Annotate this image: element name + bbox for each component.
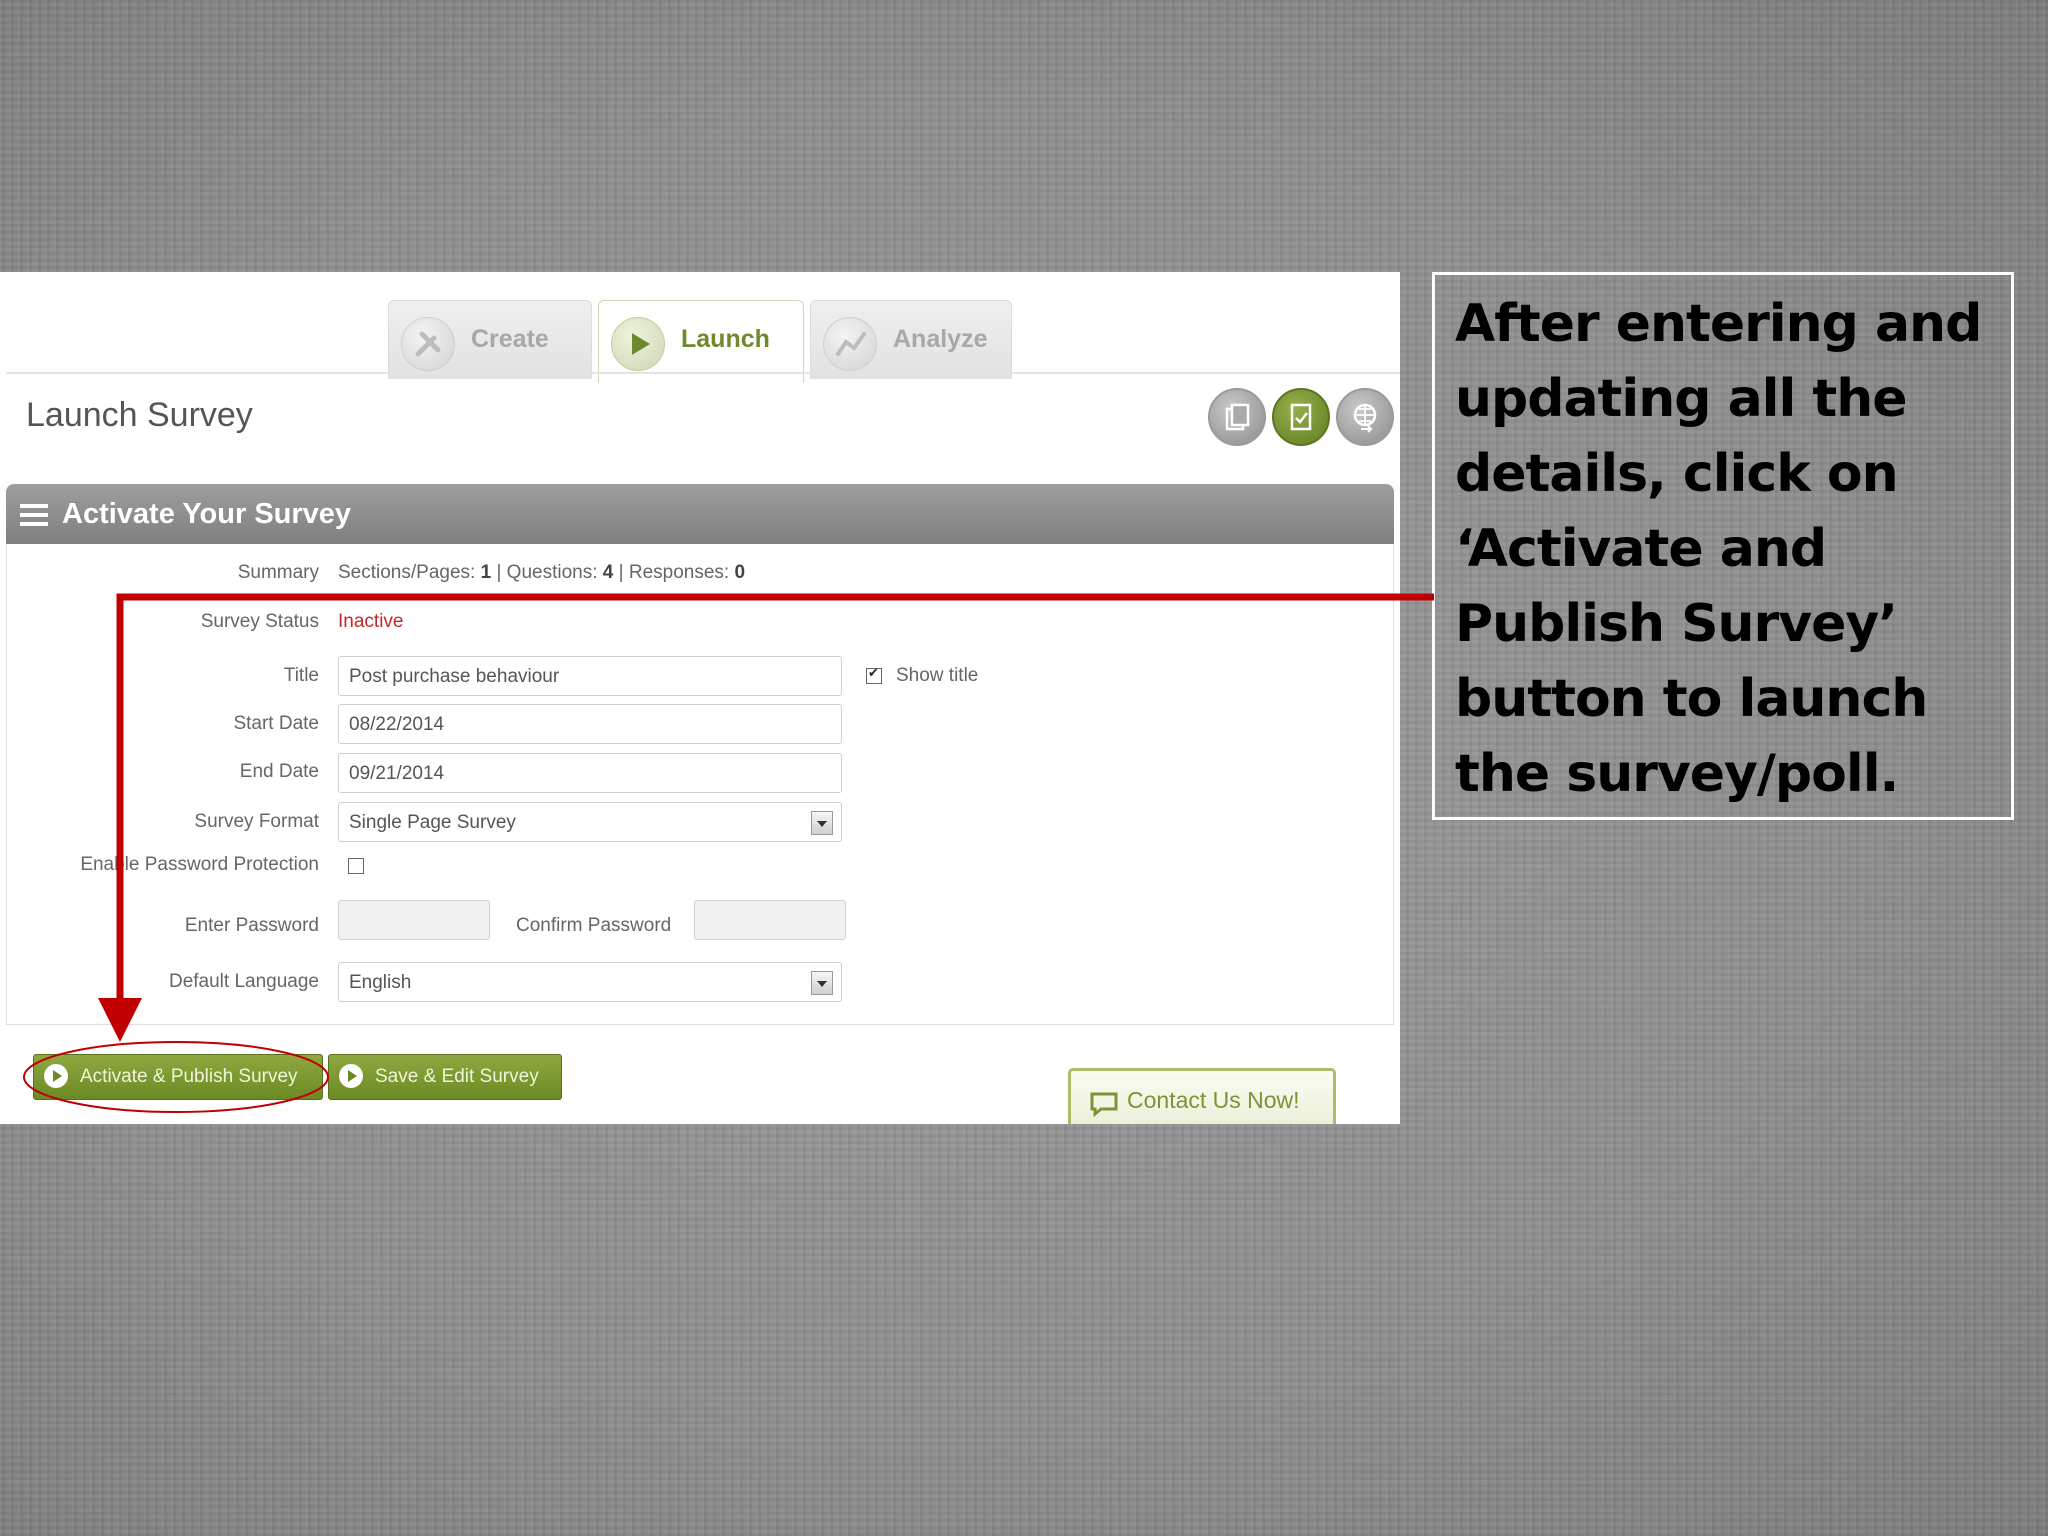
arrow-head-icon [98,998,142,1042]
annotation-arrow-line [116,593,1434,1010]
highlight-ellipse [23,1041,329,1113]
annotation-overlay [23,593,1434,1113]
